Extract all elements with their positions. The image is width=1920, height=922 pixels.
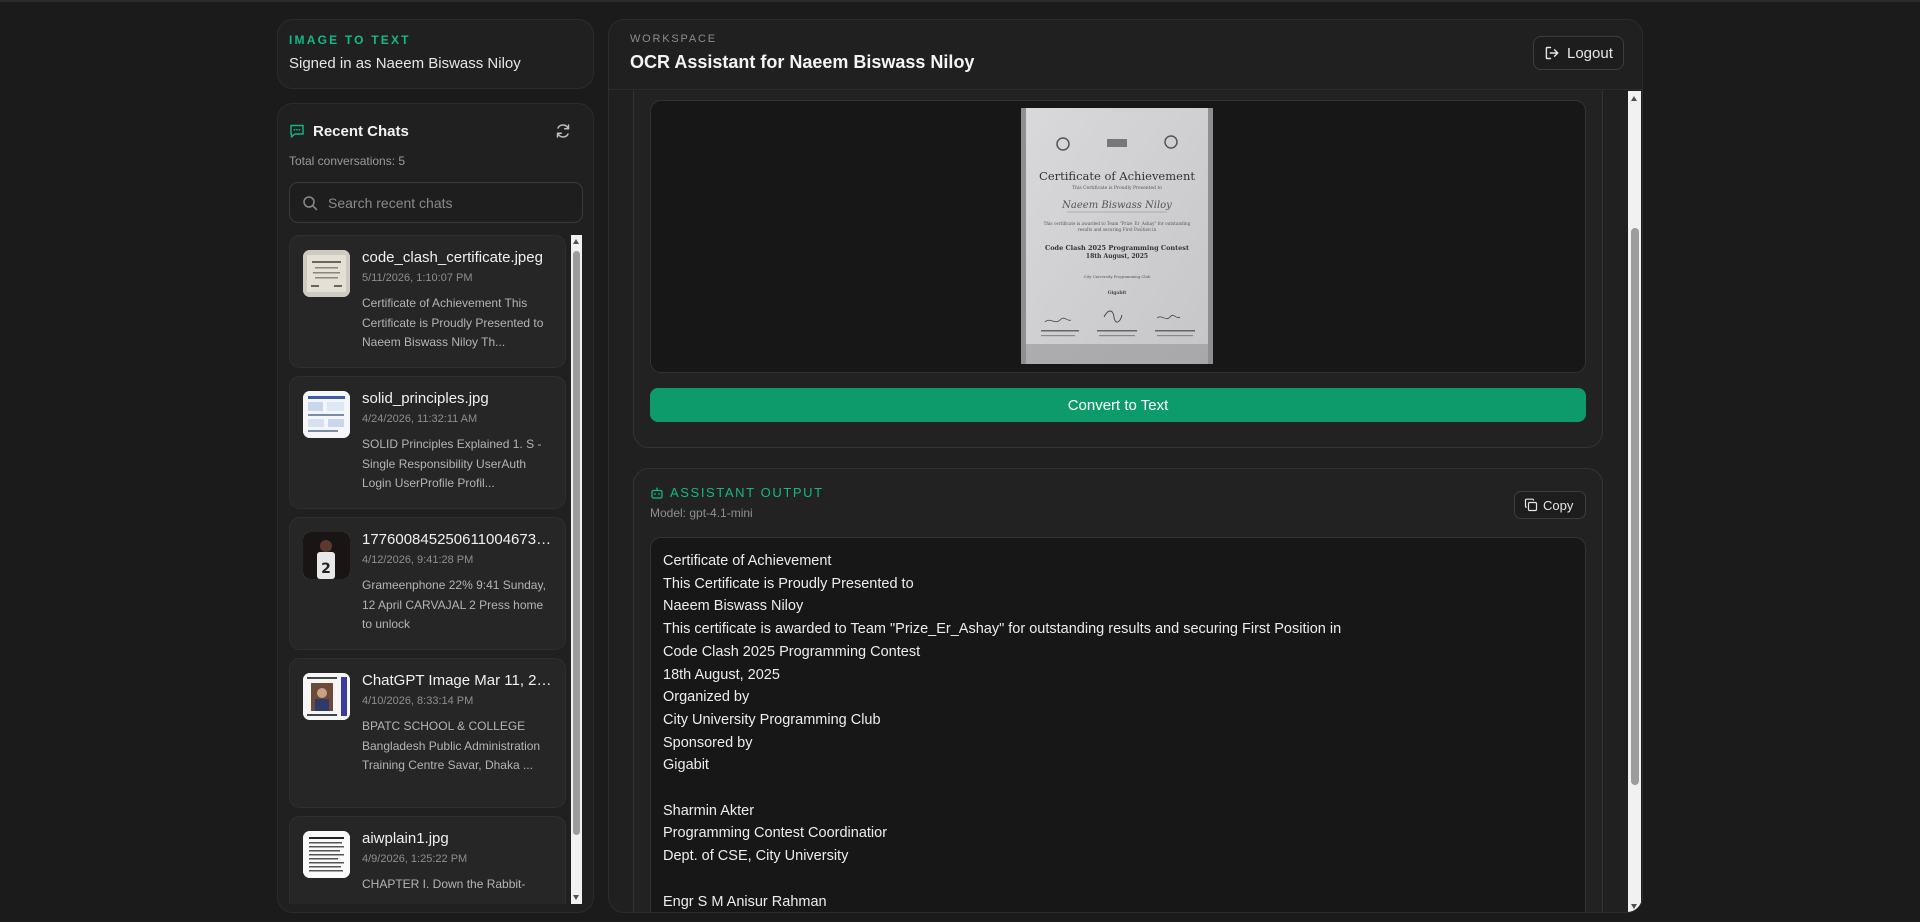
preview-certificate-title: Certificate of Achievement xyxy=(1039,169,1195,183)
search-box xyxy=(289,182,583,223)
logout-label: Logout xyxy=(1567,44,1613,62)
model-name: Model: gpt-4.1-mini xyxy=(650,506,753,520)
output-line: Sponsored by xyxy=(663,734,753,751)
preview-award-line-2: results and securing First Position in xyxy=(1078,227,1157,232)
certificate-preview-image: Certificate of Achievement This Certific… xyxy=(1021,108,1213,364)
preview-organizer: City University Programming Club xyxy=(1084,274,1151,279)
chat-item-name: ChatGPT Image Mar 11, 20... xyxy=(362,672,552,689)
chat-item-aiwplain[interactable]: aiwplain1.jpg 4/9/2026, 1:25:22 PM CHAPT… xyxy=(289,816,566,904)
workspace-scrollbar[interactable] xyxy=(1628,91,1641,912)
chat-item-code-clash-certificate[interactable]: code_clash_certificate.jpeg 5/11/2026, 1… xyxy=(289,235,566,368)
assistant-output-kicker: ASSISTANT OUTPUT xyxy=(670,485,824,500)
upload-panel: Certificate of Achievement This Certific… xyxy=(633,91,1603,448)
recent-chats-title: Recent Chats xyxy=(313,122,409,140)
convert-to-text-button[interactable]: Convert to Text xyxy=(650,388,1586,422)
app-kicker: IMAGE TO TEXT xyxy=(289,33,411,47)
output-line: Dept. of CSE, City University xyxy=(663,848,849,865)
chat-item-preview: CHAPTER I. Down the Rabbit- xyxy=(362,877,526,891)
scroll-down-arrow-icon[interactable] xyxy=(1631,904,1637,909)
copy-label: Copy xyxy=(1543,497,1574,513)
preview-sponsor: Gigabit xyxy=(1108,290,1127,296)
output-line: Code Clash 2025 Programming Contest xyxy=(663,643,921,660)
workspace-header: WORKSPACE OCR Assistant for Naeem Biswas… xyxy=(609,20,1642,90)
search-icon xyxy=(303,195,318,210)
chat-item-name: solid_principles.jpg xyxy=(362,390,489,407)
preview-recipient-name: Naeem Biswass Niloy xyxy=(1061,200,1172,211)
output-line: 18th August, 2025 xyxy=(663,666,780,683)
scroll-down-arrow-icon[interactable] xyxy=(573,895,579,900)
logout-icon xyxy=(1545,46,1559,60)
output-line: Gigabit xyxy=(663,757,709,774)
assistant-output-label: ASSISTANT OUTPUT xyxy=(650,485,824,500)
scroll-up-arrow-icon[interactable] xyxy=(573,239,579,244)
output-line: This Certificate is Proudly Presented to xyxy=(663,575,914,592)
refresh-icon[interactable] xyxy=(554,122,572,140)
chat-item-preview: BPATC SCHOOL & COLLEGE Bangladesh Public… xyxy=(362,719,541,772)
chat-thumbnail xyxy=(303,673,350,720)
scrollbar-thumb[interactable] xyxy=(1631,228,1639,785)
preview-contest-date: 18th August, 2025 xyxy=(1086,253,1148,260)
preview-award-line-1: This certificate is awarded to Team "Pri… xyxy=(1044,221,1191,226)
scroll-up-arrow-icon[interactable] xyxy=(1631,96,1637,101)
scrollbar-thumb[interactable] xyxy=(573,251,580,835)
chat-item-time: 5/11/2026, 1:10:07 PM xyxy=(362,272,473,284)
ocr-output-text: Certificate of Achievement This Certific… xyxy=(650,537,1586,912)
chat-item-phone-screenshot[interactable]: 2 17760084525061100467355... 4/12/2026, … xyxy=(289,517,566,650)
chat-item-time: 4/12/2026, 9:41:28 PM xyxy=(362,554,474,566)
recent-chats-header: Recent Chats xyxy=(289,120,582,142)
chat-item-chatgpt-image[interactable]: ChatGPT Image Mar 11, 20... 4/10/2026, 8… xyxy=(289,658,566,808)
chat-item-time: 4/10/2026, 8:33:14 PM xyxy=(362,695,474,707)
chat-item-name: 17760084525061100467355... xyxy=(362,531,552,548)
chat-thumbnail xyxy=(303,250,350,297)
chat-item-preview: Grameenphone 22% 9:41 Sunday, 12 April C… xyxy=(362,578,546,631)
output-line: Sharmin Akter xyxy=(663,802,755,819)
workspace-panel: WORKSPACE OCR Assistant for Naeem Biswas… xyxy=(608,19,1643,913)
preview-contest-name: Code Clash 2025 Programming Contest xyxy=(1045,244,1189,252)
chat-list-scrollbar[interactable] xyxy=(571,235,582,904)
output-line: Engr S M Anisur Rahman xyxy=(663,893,827,910)
image-preview-box: Certificate of Achievement This Certific… xyxy=(650,100,1586,373)
workspace-kicker: WORKSPACE xyxy=(630,33,717,45)
chat-item-solid-principles[interactable]: solid_principles.jpg 4/24/2026, 11:32:11… xyxy=(289,376,566,509)
copy-icon xyxy=(1524,498,1538,512)
output-line: This certificate is awarded to Team "Pri… xyxy=(663,621,1342,638)
search-input[interactable] xyxy=(328,194,568,211)
chat-item-preview: Certificate of Achievement This Certific… xyxy=(362,296,544,349)
preview-certificate-subtitle: This Certificate is Proudly Presented to xyxy=(1072,185,1162,191)
chat-thumbnail xyxy=(303,391,350,438)
output-line: Programming Contest Coordinatior xyxy=(663,825,888,842)
chat-bubble-icon xyxy=(290,124,304,138)
signed-in-user: Signed in as Naeem Biswass Niloy xyxy=(289,55,521,72)
copy-button[interactable]: Copy xyxy=(1514,491,1586,519)
output-line: Certificate of Achievement xyxy=(663,553,832,569)
robot-icon xyxy=(651,487,663,499)
chat-item-time: 4/24/2026, 11:32:11 AM xyxy=(362,413,478,425)
window-top-border xyxy=(0,0,1920,2)
chat-thumbnail xyxy=(303,831,350,878)
chat-item-preview: SOLID Principles Explained 1. S - Single… xyxy=(362,437,542,490)
chat-item-name: aiwplain1.jpg xyxy=(362,830,449,847)
workspace-body: Certificate of Achievement This Certific… xyxy=(609,91,1627,912)
logout-button[interactable]: Logout xyxy=(1533,36,1624,70)
brand-card: IMAGE TO TEXT Signed in as Naeem Biswass… xyxy=(277,19,594,89)
page-title: OCR Assistant for Naeem Biswass Niloy xyxy=(630,52,975,72)
output-line: Organized by xyxy=(663,689,750,706)
total-conversations: Total conversations: 5 xyxy=(289,154,406,168)
output-line: City University Programming Club xyxy=(663,711,881,728)
recent-chats-panel: Recent Chats Total conversations: 5 Sear… xyxy=(277,103,594,913)
chat-item-name: code_clash_certificate.jpeg xyxy=(362,249,543,266)
chat-thumbnail: 2 xyxy=(303,532,350,579)
chat-item-time: 4/9/2026, 1:25:22 PM xyxy=(362,853,468,865)
assistant-output-panel: ASSISTANT OUTPUT Model: gpt-4.1-mini Cop… xyxy=(633,468,1603,912)
svg-text:2: 2 xyxy=(321,561,331,577)
output-line: Naeem Biswass Niloy xyxy=(663,598,804,615)
chat-list: code_clash_certificate.jpeg 5/11/2026, 1… xyxy=(289,235,566,904)
